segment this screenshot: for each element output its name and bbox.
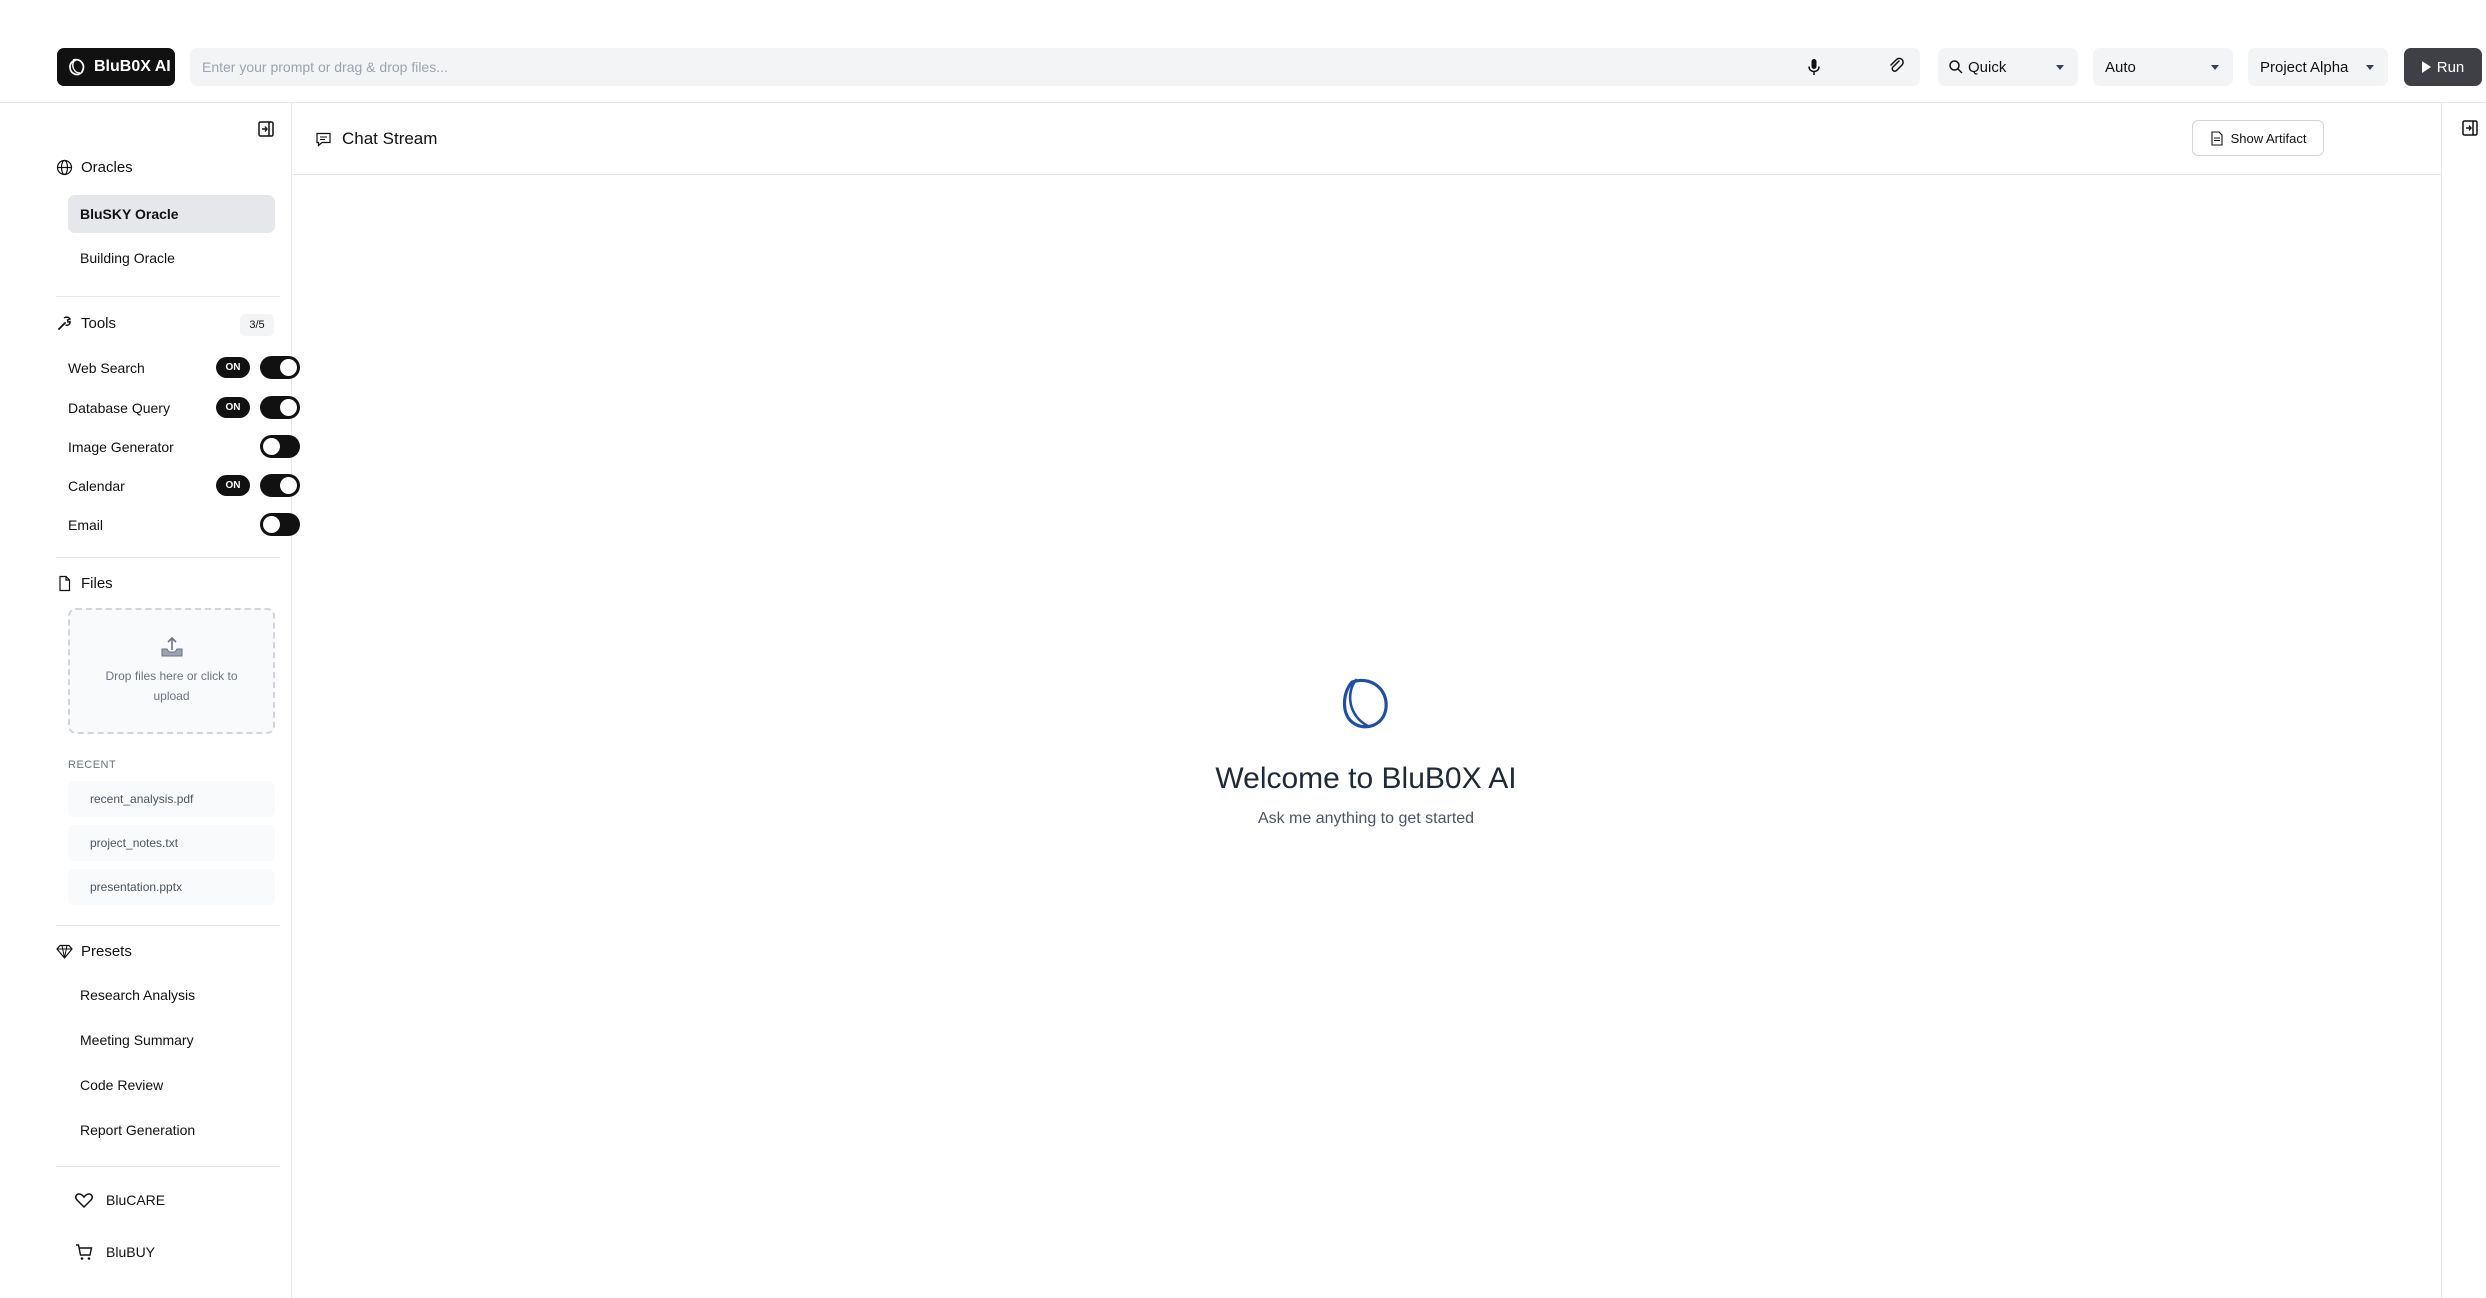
model-select-value: Auto — [2105, 58, 2136, 76]
calendar-toggle[interactable] — [260, 474, 300, 497]
preset-item[interactable]: Research Analysis — [80, 987, 195, 1003]
prompt-input[interactable] — [202, 48, 1772, 86]
right-panel-divider — [2441, 103, 2442, 1298]
document-icon — [2211, 130, 2223, 146]
wrench-icon — [58, 316, 71, 330]
heart-icon — [75, 1193, 93, 1209]
database-query-toggle[interactable] — [260, 396, 300, 419]
cart-icon — [76, 1244, 93, 1260]
web-search-toggle[interactable] — [260, 356, 300, 379]
chat-title-text: Chat Stream — [342, 129, 438, 148]
tool-row-web-search: Web Search ON — [68, 353, 300, 383]
app-name: BluB0X AI — [94, 58, 171, 75]
oracle-item-building[interactable]: Building Oracle — [68, 239, 275, 277]
tools-header: Tools — [56, 315, 116, 332]
recent-file-item[interactable]: project_notes.txt — [68, 825, 275, 861]
link-label: BluBUY — [106, 1244, 156, 1260]
chat-header: Chat Stream — [293, 103, 2441, 175]
show-artifact-label: Show Artifact — [2230, 130, 2307, 146]
email-toggle[interactable] — [260, 513, 300, 536]
link-label: BluCARE — [106, 1192, 166, 1208]
file-dropzone[interactable]: Drop files here or click to upload — [68, 608, 275, 734]
play-icon — [2421, 61, 2431, 73]
mode-select-value: Quick — [1968, 58, 2007, 76]
preset-item[interactable]: Report Generation — [80, 1122, 195, 1138]
toggle-knob — [280, 399, 297, 416]
search-icon — [1949, 60, 1963, 74]
tool-label: Email — [68, 517, 104, 533]
divider — [56, 925, 280, 926]
chevron-down-icon — [2211, 65, 2219, 70]
run-label: Run — [2436, 58, 2465, 76]
chevron-down-icon — [2366, 65, 2374, 70]
tool-row-image-generator: Image Generator — [68, 432, 300, 462]
bluebox-logo-icon — [69, 58, 85, 76]
tool-label: Web Search — [68, 360, 145, 376]
files-title: Files — [81, 575, 113, 592]
expand-panel-icon[interactable] — [2460, 118, 2480, 138]
dropzone-text: Drop files here or click to upload — [105, 669, 238, 703]
tool-row-calendar: Calendar ON — [68, 471, 300, 501]
tool-row-database-query: Database Query ON — [68, 393, 300, 423]
mode-select[interactable]: Quick — [1938, 48, 2078, 86]
blubuy-link[interactable]: BluBUY — [74, 1242, 155, 1262]
chat-title: Chat Stream — [315, 129, 437, 149]
upload-icon — [161, 636, 182, 657]
toggle-knob — [263, 438, 280, 455]
preset-item[interactable]: Code Review — [80, 1077, 163, 1093]
chat-bubble-icon — [316, 132, 331, 147]
prompt-bar — [190, 48, 1920, 86]
microphone-icon[interactable] — [1804, 57, 1824, 77]
toggle-knob — [280, 359, 297, 376]
recent-file-item[interactable]: presentation.pptx — [68, 869, 275, 905]
divider — [56, 1166, 280, 1167]
oracles-title: Oracles — [81, 159, 133, 176]
app-logo[interactable]: BluB0X AI — [57, 48, 175, 86]
tool-label: Image Generator — [68, 439, 174, 455]
recent-file-item[interactable]: recent_analysis.pdf — [68, 781, 275, 817]
tool-row-email: Email — [68, 510, 300, 540]
blucare-link[interactable]: BluCARE — [74, 1190, 165, 1210]
presets-header: Presets — [56, 943, 132, 960]
oracle-label: Building Oracle — [80, 250, 175, 266]
on-badge: ON — [216, 397, 250, 418]
welcome-subtitle: Ask me anything to get started — [1257, 810, 1475, 827]
tools-count-badge: 3/5 — [240, 314, 274, 336]
image-generator-toggle[interactable] — [260, 435, 300, 458]
oracle-label: BluSKY Oracle — [80, 206, 179, 222]
top-bar: BluB0X AI Quick Auto Project Alpha Run — [0, 0, 2486, 103]
on-badge: ON — [216, 357, 250, 378]
file-icon — [59, 575, 71, 592]
preset-item[interactable]: Meeting Summary — [80, 1032, 194, 1048]
project-select[interactable]: Project Alpha — [2248, 48, 2388, 86]
toggle-knob — [280, 477, 297, 494]
tools-title: Tools — [81, 315, 117, 332]
diamond-icon — [56, 944, 73, 959]
welcome-title: Welcome to BluB0X AI — [1215, 762, 1517, 795]
divider — [56, 296, 280, 297]
presets-title: Presets — [81, 943, 132, 960]
oracle-item-blusky[interactable]: BluSKY Oracle — [68, 195, 275, 233]
tool-label: Database Query — [68, 400, 170, 416]
on-badge: ON — [216, 475, 250, 496]
project-select-value: Project Alpha — [2260, 58, 2349, 76]
divider — [56, 557, 280, 558]
recent-label: RECENT — [68, 759, 117, 771]
paperclip-icon[interactable] — [1886, 56, 1906, 76]
chevron-down-icon — [2056, 65, 2064, 70]
files-header: Files — [56, 575, 113, 592]
toggle-knob — [263, 516, 280, 533]
collapse-sidebar-icon[interactable] — [256, 119, 276, 139]
tool-label: Calendar — [68, 478, 125, 494]
model-select[interactable]: Auto — [2093, 48, 2233, 86]
globe-icon — [56, 159, 73, 176]
oracles-header: Oracles — [56, 159, 133, 176]
show-artifact-button[interactable]: Show Artifact — [2192, 120, 2324, 156]
run-button[interactable]: Run — [2404, 48, 2482, 86]
sidebar: Oracles BluSKY Oracle Building Oracle To… — [44, 103, 300, 1298]
bluebox-logo-icon — [1342, 678, 1388, 729]
